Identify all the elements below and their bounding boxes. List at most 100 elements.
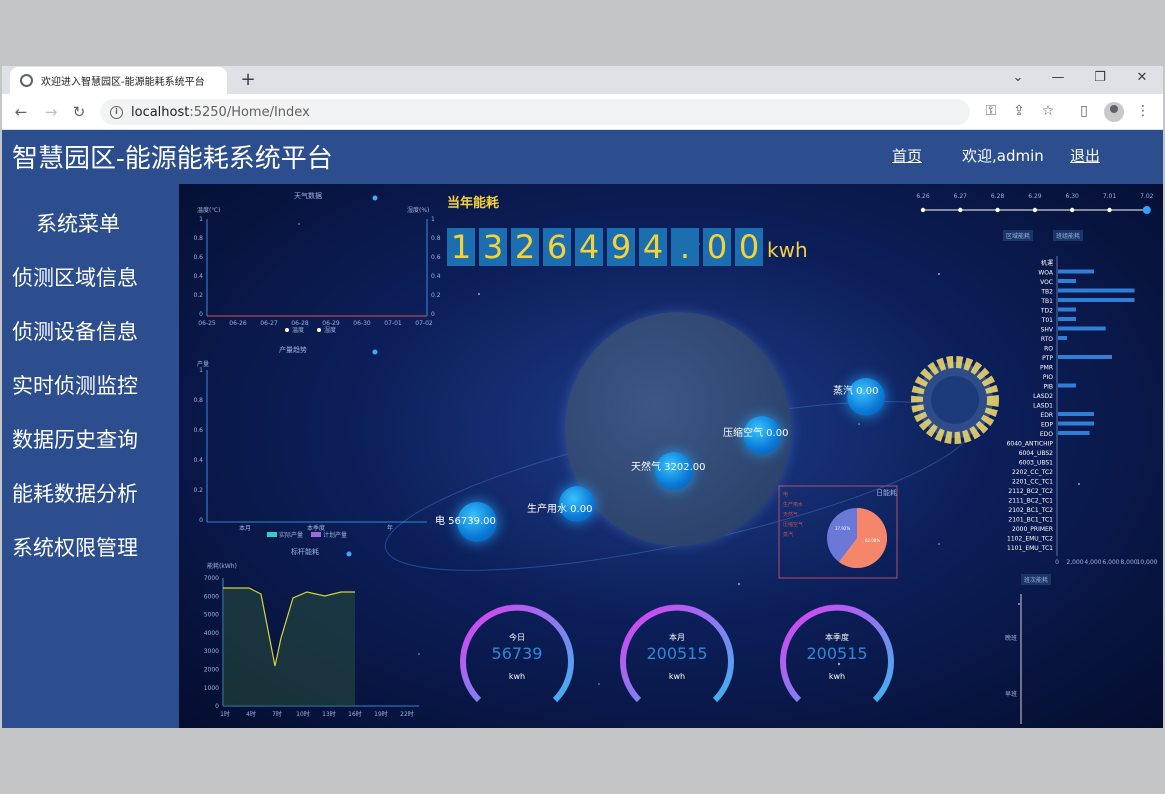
share-icon[interactable]: ⇪ xyxy=(1010,103,1028,119)
annual-energy-digits: 1326494.00 xyxy=(447,228,763,266)
url-host: localhost xyxy=(131,104,190,120)
browser-tab[interactable]: 欢迎进入智慧园区-能源能耗系统平台 xyxy=(10,67,227,94)
timeline: 6.26 6.27 6.28 6.29 6.30 7.01 7.02 xyxy=(916,193,1154,214)
sidebar-title: 系统菜单 xyxy=(36,212,120,236)
sidebar-item-realtime-monitor[interactable]: 实时侦测监控 xyxy=(12,370,138,400)
sidebar-item-history-query[interactable]: 数据历史查询 xyxy=(12,424,138,454)
restore-icon[interactable]: ❐ xyxy=(1090,70,1110,85)
region-bar-label: SHV xyxy=(1041,327,1054,334)
bench-ytick: 6000 xyxy=(204,593,219,600)
region-bar[interactable] xyxy=(1058,355,1112,359)
dashboard: 天气数据 温度(℃) 湿度(%) 1 1 0.8 0.8 0.6 0.6 0.4 0.4 0.2… xyxy=(179,184,1163,728)
region-bar-label: 6040_ANTICHIP xyxy=(1007,441,1054,448)
production-chart: 产量趋势 产量 10.80.60.40.20 本月 本季度 年 实际产量 计划产… xyxy=(193,345,427,539)
timeline-label: 6.28 xyxy=(991,193,1005,200)
minimize-icon[interactable]: — xyxy=(1048,70,1068,85)
chart-tool-icon[interactable] xyxy=(372,195,378,201)
digit-cell: 4 xyxy=(575,228,603,266)
region-bar[interactable] xyxy=(1058,383,1076,388)
digit-cell: . xyxy=(671,228,699,266)
region-bar-label: 1101_EMU_TC1 xyxy=(1007,545,1053,552)
new-tab-icon[interactable]: + xyxy=(238,69,258,90)
region-bar-label: 6004_UBS2 xyxy=(1019,450,1053,457)
timeline-dot[interactable] xyxy=(958,207,963,213)
back-icon[interactable]: ← xyxy=(12,103,30,121)
chevron-down-icon[interactable]: ⌄ xyxy=(1008,70,1028,85)
tab-region-energy[interactable]: 区域能耗 xyxy=(1003,230,1034,241)
region-bar[interactable] xyxy=(1058,421,1094,426)
site-info-icon[interactable]: i xyxy=(110,105,123,119)
weather-chart: 天气数据 温度(℃) 湿度(%) 1 1 0.8 0.8 0.6 0.6 0.4 0.4 0.2… xyxy=(193,191,440,334)
sidebar-item-permission[interactable]: 系统权限管理 xyxy=(12,532,138,562)
region-bar[interactable] xyxy=(1058,336,1067,340)
chart-tool-icon[interactable] xyxy=(372,349,378,355)
timeline-dot[interactable] xyxy=(1070,207,1075,213)
legend-actual: 实际产量 xyxy=(279,531,303,539)
region-bar[interactable] xyxy=(1058,298,1135,302)
bench-ytick: 3000 xyxy=(204,648,219,655)
benchmark-ylabel: 能耗(kWh) xyxy=(207,562,237,570)
prod-ytick: 0 xyxy=(199,517,203,524)
key-icon[interactable]: ⚿ xyxy=(982,103,1000,119)
region-bar[interactable] xyxy=(1058,326,1106,331)
region-bar[interactable] xyxy=(1058,288,1135,293)
weather-xtick: 06-26 xyxy=(229,320,247,327)
tab-title: 欢迎进入智慧园区-能源能耗系统平台 xyxy=(41,77,205,88)
region-bar-label: 1102_EMU_TC2 xyxy=(1007,536,1053,543)
region-bar[interactable] xyxy=(1058,269,1094,274)
gauge-quarter-value: 200515 xyxy=(806,644,868,663)
weather-xtick: 06-25 xyxy=(198,320,216,327)
region-bar-label: 机運 xyxy=(1041,259,1053,267)
globe-icon xyxy=(20,74,33,87)
region-bar-label: 2102_BC1_TC2 xyxy=(1008,507,1053,514)
home-link[interactable]: 首页 xyxy=(892,145,922,166)
shift-row-1: 早班 xyxy=(1005,690,1017,698)
forward-icon[interactable]: → xyxy=(42,103,60,121)
region-bar-label: LASD2 xyxy=(1033,393,1053,400)
region-bar[interactable] xyxy=(1058,431,1090,435)
tab-team-energy[interactable]: 班组能耗 xyxy=(1053,230,1084,241)
gauge-today-label: 今日 xyxy=(509,633,525,642)
region-bar-label: LASD1 xyxy=(1033,403,1053,410)
timeline-dot[interactable] xyxy=(920,207,926,213)
region-xtick: 6,000 xyxy=(1102,559,1119,566)
region-bar-label: 6003_UBS1 xyxy=(1019,460,1053,467)
side-panel-icon[interactable]: ▯ xyxy=(1075,103,1093,119)
reload-icon[interactable]: ↻ xyxy=(70,103,88,121)
close-icon[interactable]: ✕ xyxy=(1132,70,1152,85)
logout-link[interactable]: 退出 xyxy=(1070,145,1100,166)
region-bar-label: 2101_BC1_TC1 xyxy=(1008,517,1053,524)
annual-energy-label: 当年能耗 xyxy=(447,196,500,211)
timeline-dot[interactable] xyxy=(1107,207,1112,213)
url-input[interactable]: i localhost:5250/Home/Index xyxy=(100,99,970,125)
app-header: 智慧园区-能源能耗系统平台 首页 欢迎,admin 退出 xyxy=(2,130,1163,184)
rose-chart xyxy=(911,356,999,444)
sidebar-item-energy-analysis[interactable]: 能耗数据分析 xyxy=(12,478,138,508)
timeline-dot[interactable] xyxy=(995,207,1000,213)
more-icon[interactable]: ⋮ xyxy=(1134,103,1152,119)
digit-cell: 0 xyxy=(735,228,763,266)
legend-temperature: 温度 xyxy=(292,326,304,334)
legend-humidity: 湿度 xyxy=(324,326,336,334)
timeline-dot[interactable] xyxy=(1032,207,1038,213)
benchmark-chart: 标杆能耗 能耗(kWh) 7000 6000 5000 4000 3000 2000 100… xyxy=(204,547,419,718)
weather-ytick-right: 1 xyxy=(431,216,435,223)
region-bar[interactable] xyxy=(1058,412,1094,416)
bench-xtick: 10时 xyxy=(296,710,310,718)
region-bar[interactable] xyxy=(1058,279,1076,283)
bench-ytick: 2000 xyxy=(204,667,219,674)
timeline-dot[interactable] xyxy=(1142,206,1151,214)
sidebar-item-region-info[interactable]: 侦测区域信息 xyxy=(12,262,138,292)
star-icon[interactable]: ☆ xyxy=(1039,103,1057,119)
region-bar[interactable] xyxy=(1058,307,1076,312)
weather-y-right-label: 湿度(%) xyxy=(407,206,429,214)
weather-ytick: 0.6 xyxy=(193,254,203,261)
digit-cell: 0 xyxy=(703,228,731,266)
sidebar-item-device-info[interactable]: 侦测设备信息 xyxy=(12,316,138,346)
region-bar[interactable] xyxy=(1058,317,1076,321)
timeline-label: 7.01 xyxy=(1103,193,1117,200)
profile-icon[interactable] xyxy=(1104,102,1124,122)
chart-tool-icon[interactable] xyxy=(346,551,352,557)
benchmark-title: 标杆能耗 xyxy=(291,547,319,556)
ball-label-compressed-air: 压缩空气 0.00 xyxy=(723,428,789,439)
